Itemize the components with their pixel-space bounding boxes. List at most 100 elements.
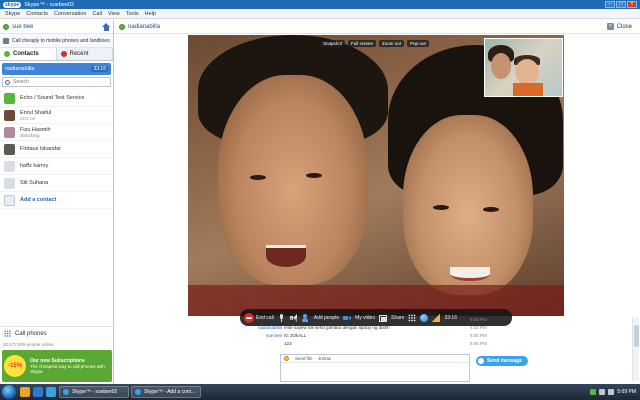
tab-recent[interactable]: Recent	[56, 48, 113, 60]
menu-call[interactable]: Call	[89, 11, 104, 17]
skype-icon	[135, 389, 141, 395]
extras-button[interactable]: Extras	[319, 356, 332, 361]
video-person	[433, 205, 449, 210]
chat-message: sue bee IG 3OkALL 5:05 PM	[114, 333, 640, 341]
close-window-button[interactable]: ×	[627, 1, 637, 8]
maximize-button[interactable]: □	[616, 1, 626, 8]
contact-item[interactable]: Siti Suhana	[0, 175, 113, 192]
fullscreen-button[interactable]: Full screen	[348, 40, 377, 47]
avatar	[4, 109, 15, 121]
chat-history: ig share 5:03 PM nadianabilla ente sayew…	[114, 317, 640, 349]
user-profile-row[interactable]: sue bee	[0, 20, 113, 34]
menu-help[interactable]: Help	[142, 11, 159, 17]
skype-tray-icon[interactable]	[590, 389, 597, 395]
video-person	[450, 267, 490, 281]
windows-taskbar: Skype™ - suebee02 Skype™ - Add a cont...…	[0, 384, 640, 400]
send-file-button[interactable]: Send file	[295, 356, 313, 361]
promo-desc: The cheapest way to call phones with Sky…	[30, 364, 105, 374]
self-view-video[interactable]	[484, 38, 563, 97]
contacts-icon	[4, 51, 10, 57]
menu-contacts[interactable]: Contacts	[23, 11, 51, 17]
close-icon: ×	[606, 23, 614, 30]
video-person	[266, 245, 306, 267]
folder-icon[interactable]	[20, 387, 30, 397]
clock[interactable]: 5:09 PM	[617, 389, 636, 395]
conversation-header: nadianabilla × Close	[114, 20, 640, 34]
minimize-button[interactable]: –	[605, 1, 615, 8]
conversation-name[interactable]: nadianabilla	[128, 24, 607, 30]
chat-sender: nadianabilla	[257, 325, 282, 330]
chat-message: nadianabilla ente sayew lok send gambar …	[114, 325, 640, 333]
online-count: 20,577,929 people online	[3, 342, 54, 347]
media-icon[interactable]	[46, 387, 56, 397]
menu-skype[interactable]: Skype	[2, 11, 23, 17]
menu-view[interactable]: View	[105, 11, 123, 17]
call-phones-button[interactable]: Call phones	[0, 326, 114, 340]
close-label: Close	[616, 23, 632, 30]
emoticon-icon[interactable]	[284, 356, 289, 361]
taskbar-item-label: Skype™ - suebee02	[72, 389, 118, 395]
call-cheap-label: Call cheaply to mobile phones and landli…	[12, 37, 110, 44]
search-icon	[5, 79, 10, 85]
zoom-out-button[interactable]: Zoom out	[379, 40, 405, 47]
menu-conversation[interactable]: Conversation	[51, 11, 89, 17]
chat-time: 5:03 PM	[470, 317, 487, 322]
message-input-box[interactable]: Send file Extras	[280, 354, 470, 382]
add-contact-label: Add a contact	[20, 197, 57, 203]
browser-icon[interactable]	[33, 387, 43, 397]
video-person	[306, 173, 322, 178]
tab-contacts[interactable]: Contacts	[0, 48, 57, 60]
volume-icon[interactable]	[608, 389, 615, 395]
contact-mood: zzzz ce	[20, 115, 36, 121]
title-bar: skype Skype™ - suebee02 – □ ×	[0, 0, 640, 9]
contact-item[interactable]: Enrul Shaiful zzzz ce	[0, 107, 113, 124]
chat-time: 5:05 PM	[470, 341, 487, 346]
contact-name: Siti Suhana	[20, 180, 49, 186]
avatar	[4, 92, 15, 104]
menu-tools[interactable]: Tools	[123, 11, 142, 17]
video-person	[250, 175, 266, 180]
home-icon[interactable]	[102, 22, 110, 31]
self-view-person	[513, 83, 543, 96]
chat-text: 123	[284, 341, 292, 346]
add-contact-icon	[4, 194, 15, 206]
chat-text: ig share	[284, 317, 301, 322]
promo-banner[interactable]: -15% Our new Subscriptions The cheapest …	[2, 350, 112, 382]
active-call-duration: 33:16	[91, 66, 108, 72]
contact-item[interactable]: Echo / Sound Test Service	[0, 90, 113, 107]
active-call-name: nadianabilla	[5, 66, 35, 72]
avatar	[4, 126, 15, 138]
contact-name: Firdaus Iskandar	[20, 146, 61, 152]
contact-item[interactable]: haffz kamry	[0, 158, 113, 175]
phone-icon	[3, 37, 9, 44]
self-view-person	[491, 53, 511, 79]
taskbar-item-skype[interactable]: Skype™ - suebee02	[59, 386, 129, 398]
call-cheap-link[interactable]: Call cheaply to mobile phones and landli…	[0, 34, 113, 48]
chat-text: ente sayew lok send gambar dengan laptop…	[284, 325, 390, 330]
user-name[interactable]: sue bee	[12, 24, 102, 30]
close-conversation-button[interactable]: × Close	[606, 23, 632, 30]
menu-bar: Skype Contacts Conversation Call View To…	[0, 9, 640, 19]
scrollbar-thumb[interactable]	[634, 325, 639, 347]
chat-time: 5:03 PM	[470, 325, 487, 330]
start-button[interactable]	[2, 385, 16, 399]
taskbar-item-add-contact[interactable]: Skype™ - Add a cont...	[131, 386, 201, 398]
recent-icon	[60, 51, 67, 57]
active-call-item[interactable]: nadianabilla 33:16	[2, 63, 111, 75]
send-icon	[478, 358, 484, 364]
pop-out-button[interactable]: Pop-out	[407, 40, 429, 47]
left-panel: sue bee Call cheaply to mobile phones an…	[0, 20, 114, 384]
self-view-person	[515, 59, 539, 85]
snapshot-button[interactable]: Snapshot	[320, 40, 346, 47]
add-contact-button[interactable]: Add a contact	[0, 192, 113, 209]
contact-item[interactable]: Firdaus Iskandar	[0, 141, 113, 158]
network-icon[interactable]	[599, 389, 606, 395]
contact-item[interactable]: Fizu Hasmih disturbing	[0, 124, 113, 141]
chat-scrollbar[interactable]	[632, 317, 639, 381]
online-status-icon[interactable]	[3, 23, 9, 30]
search-input[interactable]	[13, 79, 108, 85]
chat-sender: sue bee	[265, 333, 282, 338]
search-box[interactable]	[2, 77, 111, 87]
input-toolbar: Send file Extras	[281, 355, 469, 363]
send-message-button[interactable]: Send message	[476, 356, 529, 366]
